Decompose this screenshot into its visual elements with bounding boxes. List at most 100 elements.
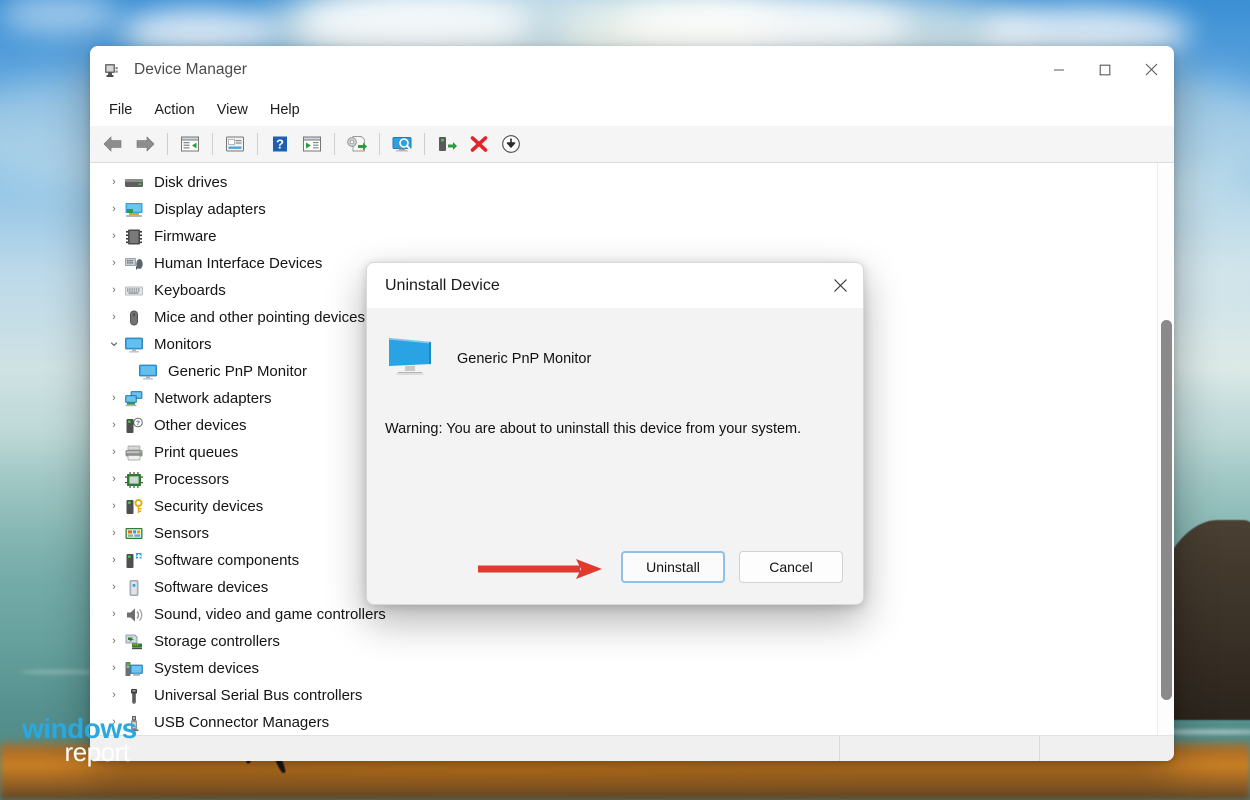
dialog-content: Generic PnP Monitor Warning: You are abo…: [367, 308, 863, 530]
chevron-right-icon[interactable]: ›: [104, 717, 124, 728]
chevron-right-icon[interactable]: ›: [104, 582, 124, 593]
chevron-right-icon[interactable]: ›: [104, 474, 124, 485]
hid-icon: [124, 255, 146, 273]
back-button[interactable]: [98, 130, 128, 158]
monitor-icon: [385, 334, 435, 383]
display-adapter-icon: [124, 201, 146, 219]
usb-icon: [124, 687, 146, 705]
window-title: Device Manager: [134, 61, 247, 79]
cancel-button[interactable]: Cancel: [739, 551, 843, 583]
chevron-right-icon[interactable]: ›: [104, 690, 124, 701]
chevron-right-icon[interactable]: ›: [104, 204, 124, 215]
toolbar-separator: [257, 133, 258, 155]
toolbar-separator: [334, 133, 335, 155]
toolbar-separator: [379, 133, 380, 155]
device-manager-icon: [104, 61, 122, 79]
status-panel-2: [840, 736, 1040, 761]
tree-node-label: Sound, video and game controllers: [154, 606, 386, 623]
security-key-icon: [124, 498, 146, 516]
tree-node-label: Universal Serial Bus controllers: [154, 687, 362, 704]
chevron-right-icon[interactable]: ›: [104, 528, 124, 539]
usb-connector-icon: [124, 714, 146, 732]
tree-node-label: Display adapters: [154, 201, 266, 218]
tree-node-label: System devices: [154, 660, 259, 677]
chevron-right-icon[interactable]: ›: [104, 447, 124, 458]
update-driver-button[interactable]: [342, 130, 372, 158]
tree-node-label: Generic PnP Monitor: [168, 363, 307, 380]
title-bar: Device Manager: [90, 46, 1174, 93]
dialog-title-bar: Uninstall Device: [367, 263, 863, 308]
storage-controller-icon: [124, 633, 146, 651]
tree-node-label: Human Interface Devices: [154, 255, 322, 272]
chevron-down-icon[interactable]: ⌄: [104, 334, 124, 349]
dialog-button-row: Uninstall Cancel: [367, 530, 863, 604]
scan-for-hardware-changes-button[interactable]: [387, 130, 417, 158]
firmware-chip-icon: [124, 228, 146, 246]
tree-node[interactable]: ›Storage controllers: [90, 628, 1157, 655]
uninstall-device-dialog: Uninstall Device Generic PnP Monitor War…: [366, 262, 864, 605]
chevron-right-icon[interactable]: ›: [104, 420, 124, 431]
uninstall-device-button[interactable]: [464, 130, 494, 158]
properties-window-button[interactable]: [175, 130, 205, 158]
chevron-right-icon[interactable]: ›: [104, 231, 124, 242]
toolbar: ?: [90, 126, 1174, 163]
speaker-icon: [124, 606, 146, 624]
vertical-scrollbar[interactable]: [1157, 163, 1174, 735]
chevron-right-icon[interactable]: ›: [104, 555, 124, 566]
monitor-icon: [124, 336, 146, 354]
close-button[interactable]: [1128, 46, 1174, 93]
show-details-button[interactable]: [220, 130, 250, 158]
disk-drive-icon: [124, 174, 146, 192]
tree-node[interactable]: › Sound, video and game controllers: [90, 601, 1157, 628]
tree-node[interactable]: ›Firmware: [90, 223, 1157, 250]
chevron-right-icon[interactable]: ›: [104, 285, 124, 296]
help-button[interactable]: ?: [265, 130, 295, 158]
dialog-warning-text: Warning: You are about to uninstall this…: [385, 421, 845, 437]
menu-item-action[interactable]: Action: [143, 99, 205, 121]
chevron-right-icon[interactable]: ›: [104, 501, 124, 512]
menu-item-file[interactable]: File: [98, 99, 143, 121]
keyboard-icon: [124, 282, 146, 300]
forward-button[interactable]: [130, 130, 160, 158]
chevron-right-icon[interactable]: ›: [104, 177, 124, 188]
chevron-right-icon[interactable]: ›: [104, 393, 124, 404]
monitor-icon: [138, 363, 160, 381]
scan-hardware-button[interactable]: [297, 130, 327, 158]
printer-icon: [124, 444, 146, 462]
minimize-button[interactable]: [1036, 46, 1082, 93]
menu-item-view[interactable]: View: [206, 99, 259, 121]
tree-node-label: Print queues: [154, 444, 238, 461]
chevron-right-icon[interactable]: ›: [104, 636, 124, 647]
tree-node[interactable]: › USB Connector Managers: [90, 709, 1157, 735]
enable-device-button[interactable]: [432, 130, 462, 158]
dialog-device-name: Generic PnP Monitor: [457, 351, 591, 367]
toolbar-separator: [424, 133, 425, 155]
other-device-icon: ?: [124, 417, 146, 435]
tree-node[interactable]: › System devices: [90, 655, 1157, 682]
chevron-right-icon[interactable]: ›: [104, 258, 124, 269]
chevron-right-icon[interactable]: ›: [104, 312, 124, 323]
toolbar-separator: [212, 133, 213, 155]
tree-node-label: Other devices: [154, 417, 247, 434]
tree-node[interactable]: ›Disk drives: [90, 169, 1157, 196]
chevron-right-icon[interactable]: ›: [104, 609, 124, 620]
maximize-button[interactable]: [1082, 46, 1128, 93]
software-component-icon: [124, 552, 146, 570]
tree-node-label: USB Connector Managers: [154, 714, 329, 731]
sensor-icon: [124, 525, 146, 543]
dialog-close-button[interactable]: [817, 263, 863, 308]
uninstall-button[interactable]: Uninstall: [621, 551, 725, 583]
tree-node-label: Network adapters: [154, 390, 272, 407]
tree-node[interactable]: › Display adapters: [90, 196, 1157, 223]
dialog-title: Uninstall Device: [385, 277, 500, 295]
chevron-right-icon[interactable]: ›: [104, 663, 124, 674]
scrollbar-thumb[interactable]: [1161, 320, 1172, 700]
mouse-icon: [124, 309, 146, 327]
tree-node[interactable]: › Universal Serial Bus controllers: [90, 682, 1157, 709]
tree-node-label: Monitors: [154, 336, 212, 353]
dialog-device-row: Generic PnP Monitor: [385, 334, 845, 383]
system-device-icon: [124, 660, 146, 678]
network-adapter-icon: [124, 390, 146, 408]
menu-item-help[interactable]: Help: [259, 99, 311, 121]
download-button[interactable]: [496, 130, 526, 158]
